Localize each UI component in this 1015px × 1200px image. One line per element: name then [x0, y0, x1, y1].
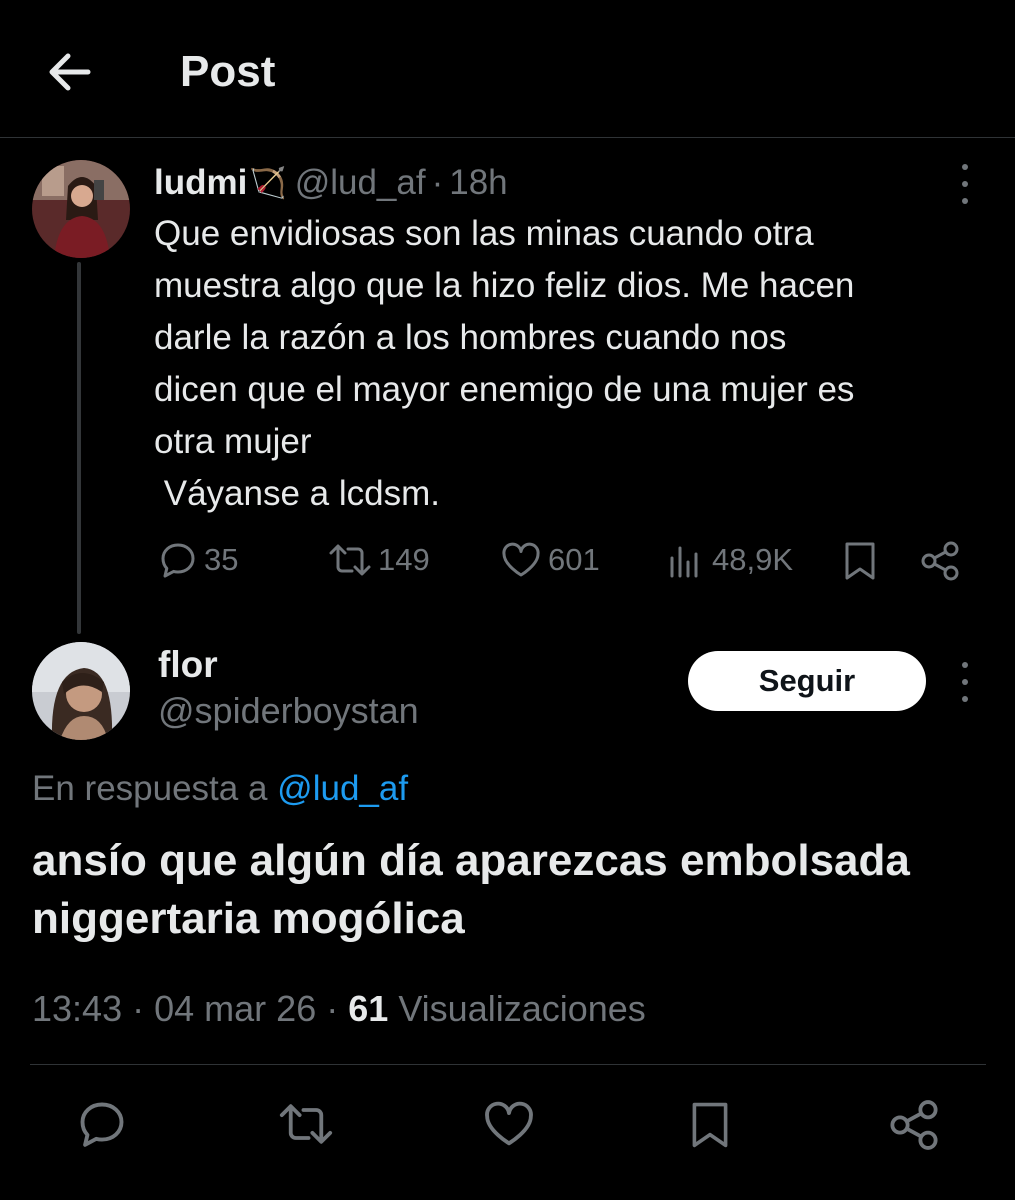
avatar-flor[interactable] [32, 642, 130, 740]
like-button[interactable]: 601 [500, 540, 600, 580]
bow-emoji: 🏹 [249, 166, 287, 200]
reply-display-name[interactable]: flor [158, 642, 218, 688]
replying-to-handle[interactable]: @lud_af [277, 769, 408, 808]
reply-more-icon[interactable] [957, 662, 973, 702]
bottom-reply-button[interactable] [76, 1098, 128, 1150]
bookmark-icon [692, 1102, 728, 1148]
reply-text: ansío que algún día aparezcas embolsada … [32, 836, 910, 943]
actions-divider [30, 1064, 986, 1065]
views-number: 61 [348, 988, 389, 1029]
bottom-like-button[interactable] [482, 1098, 534, 1150]
reply-count: 35 [204, 542, 239, 577]
views-count: 48,9K [712, 542, 794, 577]
views-icon [670, 546, 698, 578]
follow-button[interactable]: Seguir [688, 651, 926, 711]
header-divider [0, 137, 1015, 138]
meta-separator-2: · [326, 988, 339, 1029]
reply-button[interactable]: 35 [158, 540, 238, 580]
repost-icon [279, 1104, 333, 1144]
reply-handle[interactable]: @spiderboystan [158, 688, 419, 734]
bookmark-button[interactable] [840, 540, 880, 587]
display-name[interactable]: ludmi [154, 163, 247, 203]
views-label: Visualizaciones [398, 988, 646, 1029]
replying-to: En respuesta a @lud_af [32, 766, 408, 812]
avatar-ludmi[interactable] [32, 160, 130, 258]
meta-separator-1: · [132, 988, 145, 1029]
repost-button[interactable]: 149 [328, 540, 430, 580]
thread-line [77, 262, 81, 634]
post-time[interactable]: 18h [449, 163, 507, 203]
share-icon [921, 541, 959, 581]
separator: · [431, 163, 444, 202]
back-arrow-icon[interactable] [44, 46, 96, 98]
post-header: ludmi 🏹 @lud_af · 18h [154, 160, 508, 206]
reply-icon [80, 1102, 124, 1147]
page-title: Post [180, 47, 276, 96]
handle[interactable]: @lud_af [295, 163, 426, 203]
like-icon [485, 1101, 533, 1146]
bottom-repost-button[interactable] [278, 1098, 333, 1150]
reply-time[interactable]: 13:43 [32, 988, 122, 1029]
bottom-bookmark-button[interactable] [686, 1098, 738, 1150]
replying-to-prefix: En respuesta a [32, 769, 268, 808]
share-icon [890, 1100, 938, 1150]
like-count: 601 [548, 542, 600, 577]
repost-count: 149 [378, 542, 430, 577]
like-icon [502, 542, 540, 577]
post-meta: 13:43 · 04 mar 26 · 61 Visualizaciones [32, 984, 646, 1034]
post-text: Que envidiosas son las minas cuando otra… [154, 214, 855, 513]
reply-icon [161, 543, 195, 578]
repost-icon [329, 544, 371, 576]
reply-date[interactable]: 04 mar 26 [154, 988, 316, 1029]
bottom-share-button[interactable] [886, 1098, 938, 1150]
share-button[interactable] [918, 540, 962, 587]
views-button[interactable]: 48,9K [666, 540, 793, 580]
bookmark-icon [845, 542, 875, 580]
more-icon[interactable] [957, 164, 973, 204]
